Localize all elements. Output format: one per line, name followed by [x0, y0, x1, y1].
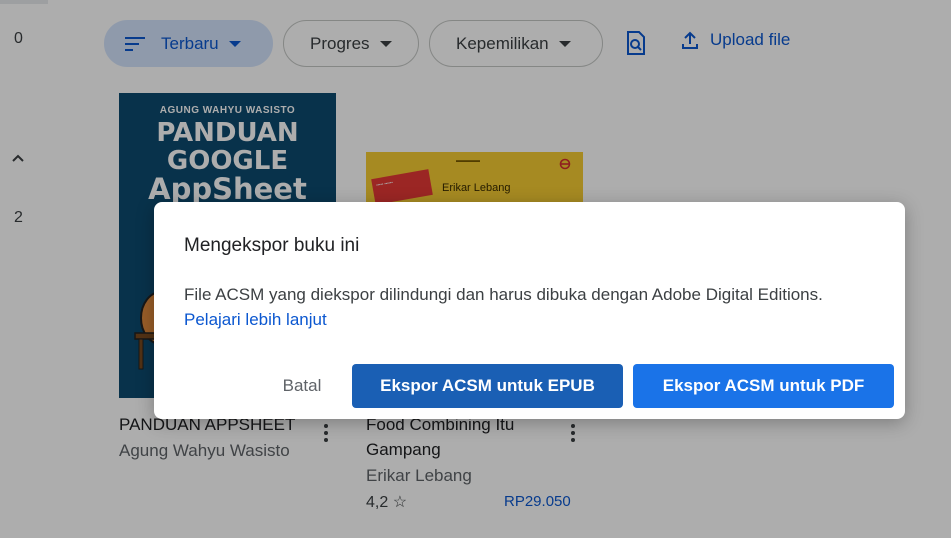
export-dialog: Mengekspor buku ini File ACSM yang dieks… — [154, 202, 905, 419]
dialog-title: Mengekspor buku ini — [184, 235, 360, 256]
export-epub-button[interactable]: Ekspor ACSM untuk EPUB — [352, 364, 623, 408]
cancel-button[interactable]: Batal — [266, 364, 338, 408]
dialog-body: File ACSM yang diekspor dilindungi dan h… — [184, 282, 884, 332]
learn-more-link[interactable]: Pelajari lebih lanjut — [184, 307, 884, 332]
dialog-message: File ACSM yang diekspor dilindungi dan h… — [184, 285, 823, 304]
export-pdf-button[interactable]: Ekspor ACSM untuk PDF — [633, 364, 894, 408]
